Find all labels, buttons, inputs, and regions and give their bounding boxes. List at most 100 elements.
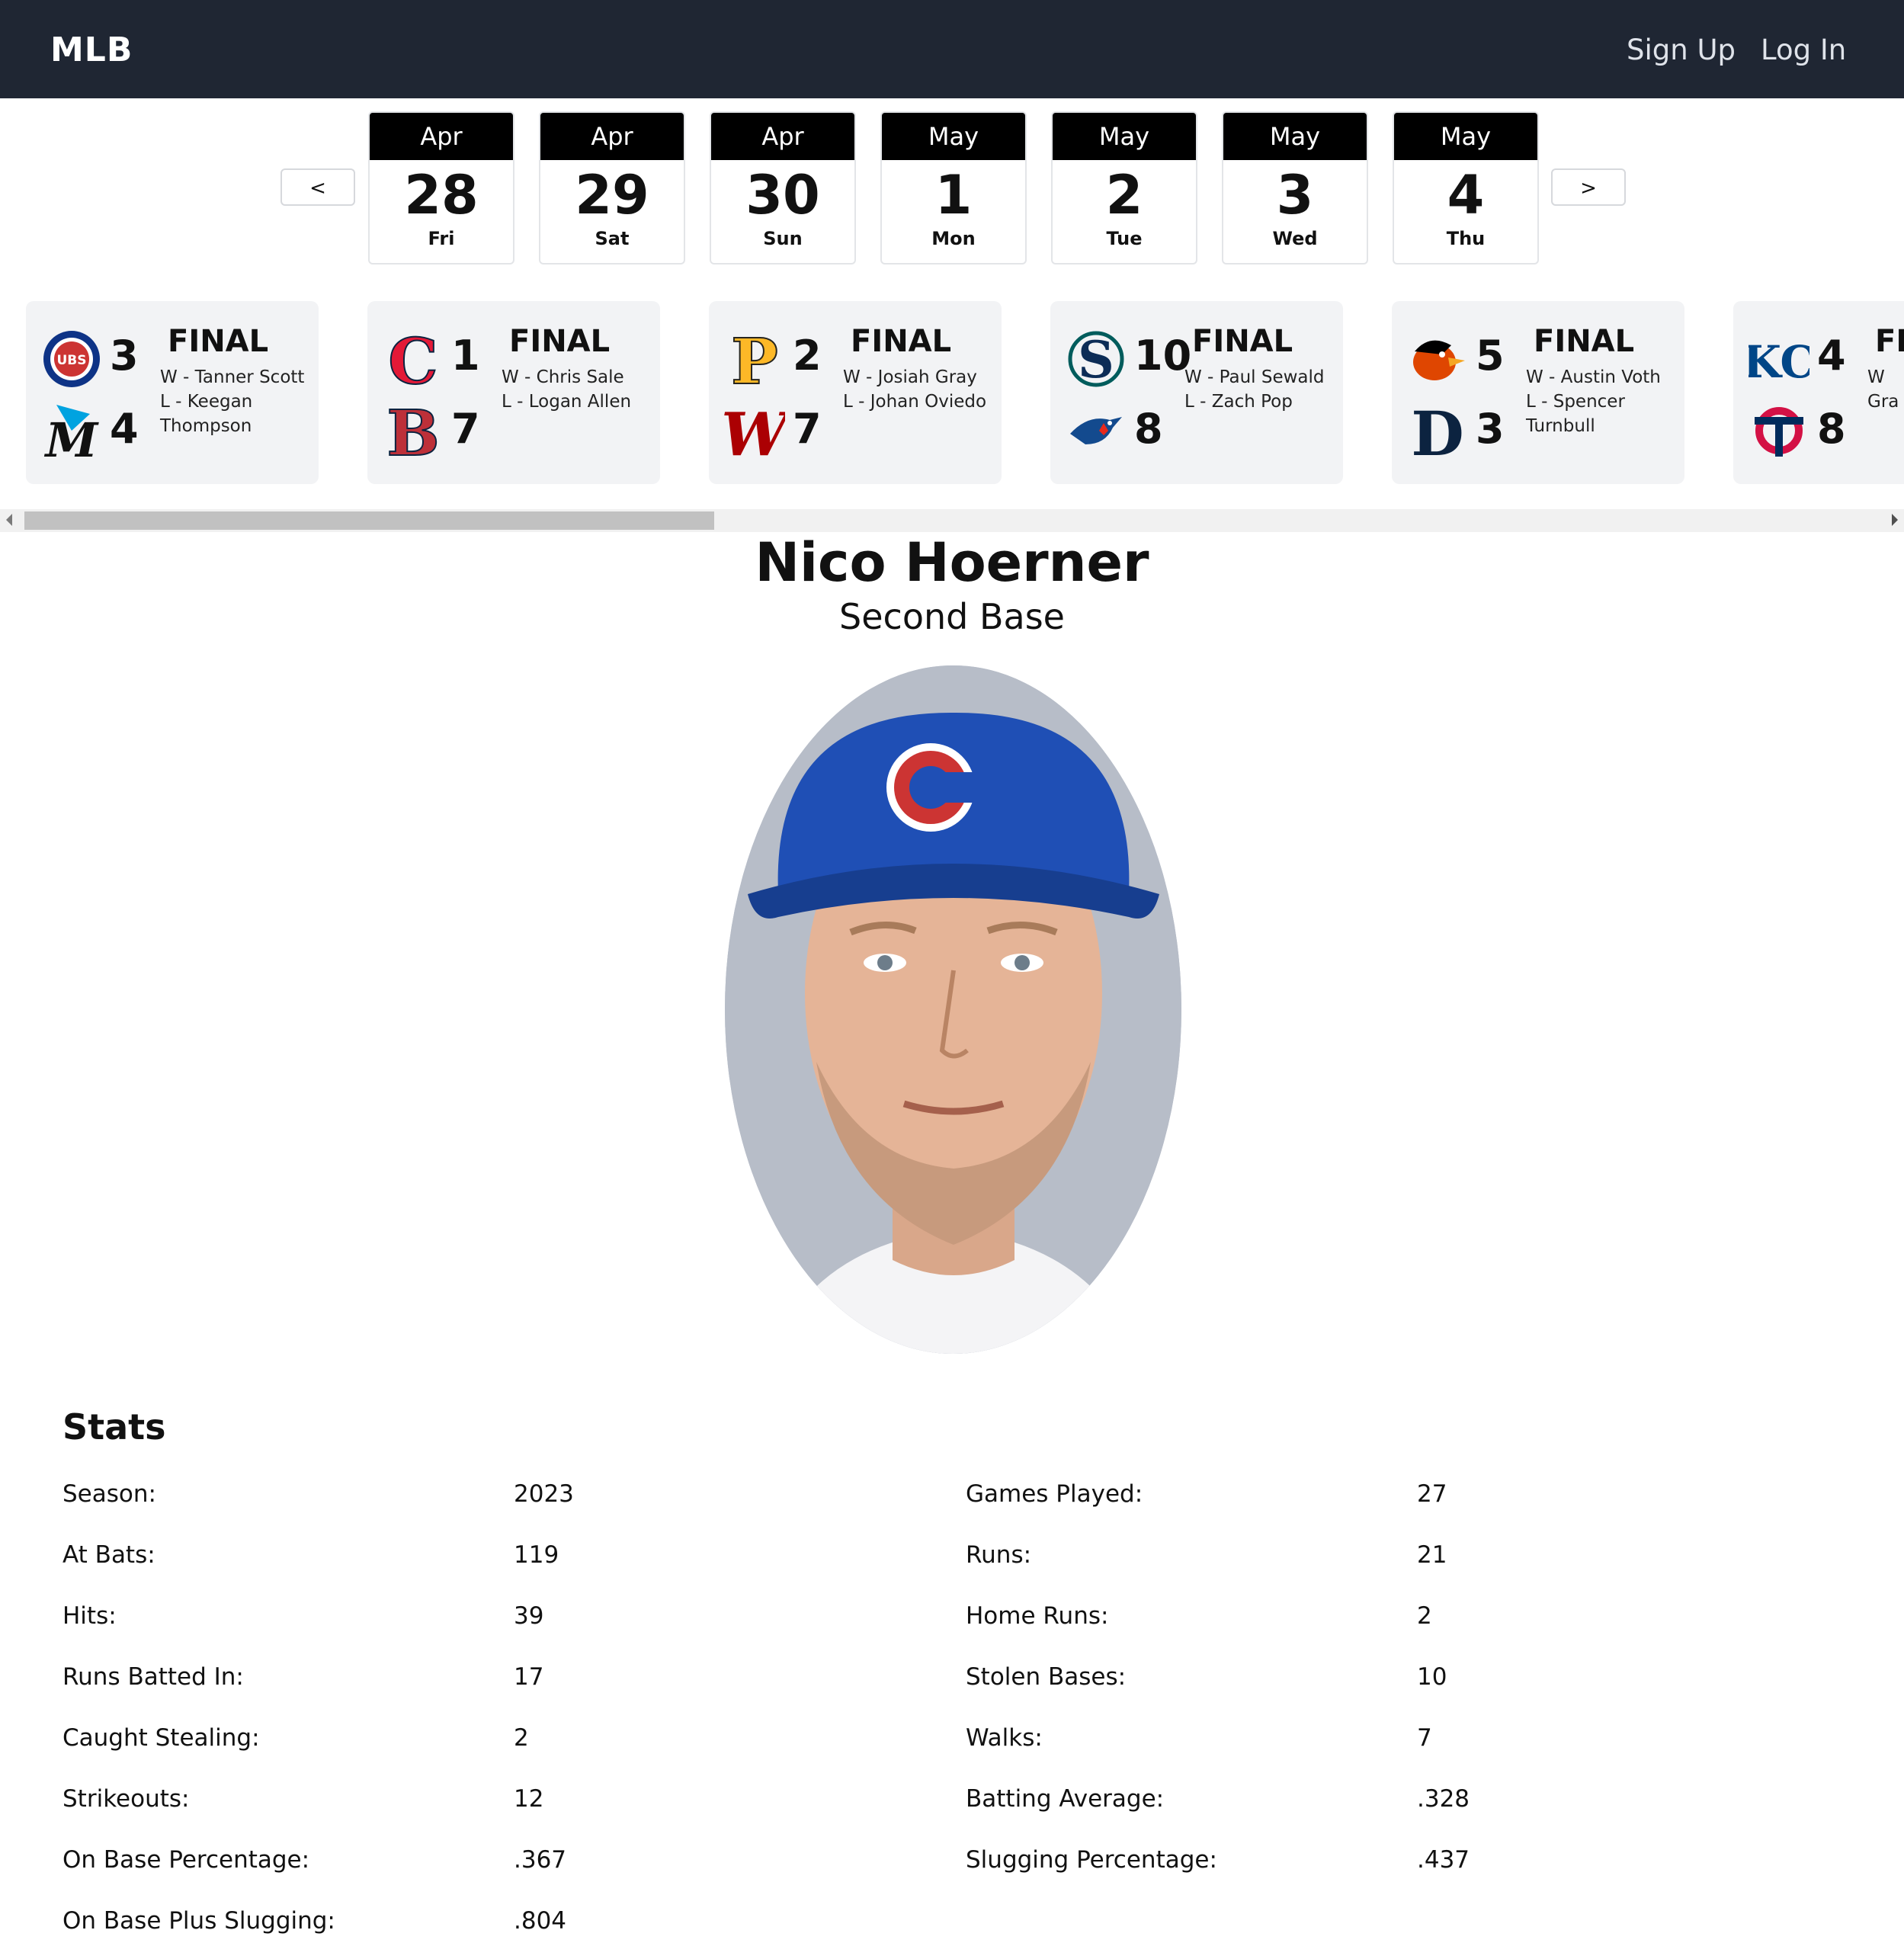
- scrollbar-thumb[interactable]: [24, 511, 714, 530]
- losing-pitcher: L - Logan Allen: [502, 392, 632, 412]
- date-month: Apr: [540, 113, 684, 160]
- stat-label: Home Runs:: [966, 1602, 1109, 1630]
- team-score: 4: [110, 405, 139, 453]
- losing-pitcher: L - Keegan Thompson: [160, 392, 253, 436]
- winning-pitcher: W - Chris Sale: [502, 367, 624, 387]
- guardians-logo-icon: C: [383, 329, 444, 390]
- date-weekday: Mon: [931, 228, 976, 249]
- date-day: 28: [404, 164, 479, 226]
- scroll-right-arrow-icon[interactable]: [1892, 514, 1898, 526]
- royals-logo-icon: KC: [1749, 329, 1809, 390]
- losing-pitcher: L - Zach Pop: [1184, 392, 1293, 412]
- stat-label: Games Played:: [966, 1480, 1143, 1508]
- date-card[interactable]: Apr 30 Sun: [710, 111, 856, 265]
- next-dates-button[interactable]: >: [1551, 168, 1626, 206]
- svg-text:UBS: UBS: [56, 353, 86, 368]
- date-card[interactable]: May 3 Wed: [1222, 111, 1368, 265]
- date-month: Apr: [370, 113, 513, 160]
- stat-label: On Base Plus Slugging:: [63, 1907, 335, 1935]
- svg-text:C: C: [388, 329, 438, 390]
- date-card[interactable]: Apr 28 Fri: [368, 111, 514, 265]
- game-card[interactable]: UBS M 3 4 FINAL W - Tanner Scott L - Kee…: [26, 301, 319, 484]
- date-weekday: Thu: [1446, 228, 1486, 249]
- game-card[interactable]: D 5 3 FINAL W - Austin Voth L - Spencer …: [1392, 301, 1684, 484]
- stat-value: 17: [514, 1663, 544, 1691]
- player-name: Nico Hoerner: [755, 531, 1149, 594]
- game-card[interactable]: KC 4 8 FI W Gra L - Sin: [1733, 301, 1904, 484]
- stat-value: 12: [514, 1785, 544, 1813]
- pirates-logo-icon: P: [724, 329, 785, 390]
- stat-label: Runs:: [966, 1541, 1032, 1569]
- game-card[interactable]: P W 2 7 FINAL W - Josiah Gray L - Johan …: [709, 301, 1002, 484]
- stat-value: 2: [1417, 1602, 1432, 1630]
- stat-value: 21: [1417, 1541, 1447, 1569]
- orioles-logo-icon: [1407, 329, 1468, 390]
- date-month: May: [882, 113, 1025, 160]
- stat-label: Batting Average:: [966, 1785, 1165, 1813]
- pitcher-decisions: W - Chris Sale L - Logan Allen: [502, 365, 654, 414]
- scroll-left-arrow-icon[interactable]: [6, 514, 12, 526]
- signup-link[interactable]: Sign Up: [1627, 0, 1736, 101]
- date-month: May: [1223, 113, 1367, 160]
- stat-value: .804: [514, 1907, 567, 1935]
- blue-jays-logo-icon: [1066, 400, 1127, 461]
- red-sox-logo-icon: B: [383, 400, 444, 461]
- team-score: 3: [110, 332, 139, 380]
- brand-logo[interactable]: MLB: [50, 0, 133, 101]
- nationals-logo-icon: W: [724, 400, 785, 461]
- svg-text:W: W: [724, 400, 785, 461]
- stat-label: Strikeouts:: [63, 1785, 190, 1813]
- login-link[interactable]: Log In: [1761, 0, 1846, 101]
- team-score: 4: [1817, 332, 1846, 380]
- team-score: 1: [451, 332, 480, 380]
- date-card[interactable]: May 2 Tue: [1051, 111, 1197, 265]
- date-day: 30: [745, 164, 820, 226]
- winning-pitcher: W: [1867, 367, 1885, 387]
- svg-text:D: D: [1411, 400, 1463, 461]
- pitcher-decisions: W - Austin Voth L - Spencer Turnbull: [1526, 365, 1678, 438]
- horizontal-scrollbar[interactable]: [0, 509, 1904, 532]
- team-score: 5: [1476, 332, 1505, 380]
- player-position: Second Base: [839, 596, 1065, 637]
- game-status: FINAL: [1192, 324, 1293, 359]
- date-weekday: Tue: [1106, 228, 1143, 249]
- game-card[interactable]: S 10 8 FINAL W - Paul Sewald L - Zach Po…: [1050, 301, 1343, 484]
- tigers-logo-icon: D: [1407, 400, 1468, 461]
- team-score: 7: [451, 405, 480, 453]
- date-day: 4: [1447, 164, 1485, 226]
- game-card[interactable]: C B 1 7 FINAL W - Chris Sale L - Logan A…: [367, 301, 660, 484]
- stat-label: Slugging Percentage:: [966, 1846, 1217, 1874]
- team-score: 2: [793, 332, 822, 380]
- prev-dates-button[interactable]: <: [280, 168, 355, 206]
- date-weekday: Fri: [428, 228, 455, 249]
- stat-label: On Base Percentage:: [63, 1846, 310, 1874]
- date-card[interactable]: Apr 29 Sat: [539, 111, 685, 265]
- svg-text:S: S: [1078, 330, 1114, 390]
- game-status: FINAL: [168, 324, 269, 359]
- losing-pitcher: L - Spencer Turnbull: [1526, 392, 1625, 436]
- date-month: May: [1394, 113, 1537, 160]
- game-status: FINAL: [509, 324, 611, 359]
- marlins-logo-icon: M: [41, 400, 102, 461]
- date-card[interactable]: May 1 Mon: [880, 111, 1027, 265]
- stat-value: 2: [514, 1724, 529, 1752]
- winning-pitcher: W - Tanner Scott: [160, 367, 305, 387]
- stat-value: 39: [514, 1602, 544, 1630]
- team-score: 3: [1476, 405, 1505, 453]
- game-status: FINAL: [1534, 324, 1635, 359]
- pitcher-decisions: W - Tanner Scott L - Keegan Thompson: [160, 365, 313, 438]
- stat-label: Walks:: [966, 1724, 1043, 1752]
- date-weekday: Sat: [595, 228, 630, 249]
- mariners-logo-icon: S: [1066, 329, 1127, 390]
- stat-value: .328: [1417, 1785, 1470, 1813]
- cubs-logo-icon: UBS: [41, 329, 102, 390]
- date-card[interactable]: May 4 Thu: [1393, 111, 1539, 265]
- date-month: May: [1053, 113, 1196, 160]
- stat-label: Runs Batted In:: [63, 1663, 244, 1691]
- stat-value: 27: [1417, 1480, 1447, 1508]
- stats-heading: Stats: [63, 1406, 166, 1448]
- date-month: Apr: [711, 113, 854, 160]
- stat-value: .437: [1417, 1846, 1470, 1874]
- date-day: 1: [934, 164, 973, 226]
- game-status: FI: [1875, 324, 1904, 359]
